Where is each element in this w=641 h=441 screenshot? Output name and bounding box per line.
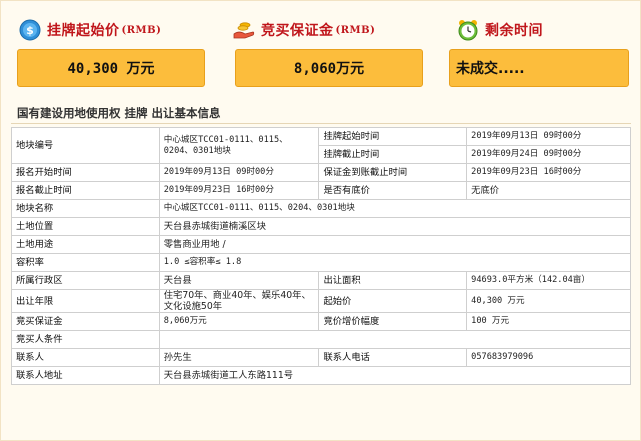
reserve-price-key: 是否有底价 [318, 181, 468, 200]
district-key: 所属行政区 [11, 271, 160, 290]
plot-ratio-value: 1.0 ≤容积率≤ 1.8 [158, 253, 632, 272]
info-table: 地块编号 中心城区TCC01-0111、0115、0204、0301地块 挂牌起… [11, 127, 632, 385]
bid-increment-value: 100 万元 [466, 312, 631, 331]
contact-value: 孙先生 [158, 348, 320, 367]
listing-start-value: 2019年09月13日 09时00分 [466, 127, 631, 146]
listing-start-key: 挂牌起始时间 [318, 127, 468, 146]
remaining-label: 剩余时间 [485, 23, 543, 39]
registration-end-value: 2019年09月23日 16时00分 [158, 181, 320, 200]
land-location-key: 土地位置 [11, 217, 160, 236]
dollar-coin-icon: $ [19, 19, 41, 41]
deposit-header: 竞买保证金 (RMB) [233, 19, 375, 41]
lease-term-key: 出让年限 [11, 289, 160, 313]
parcel-name-key: 地块名称 [11, 199, 160, 218]
contact-phone-value: 057683979096 [466, 348, 631, 367]
bid-deposit-value: 8,060万元 [158, 312, 320, 331]
parcel-id-value: 中心城区TCC01-0111、0115、0204、0301地块 [158, 127, 320, 164]
table-row: 地块名称 中心城区TCC01-0111、0115、0204、0301地块 [11, 199, 632, 218]
table-row: 联系人地址 天台县赤城街道工人东路111号 [11, 366, 632, 385]
table-row: 地块编号 中心城区TCC01-0111、0115、0204、0301地块 挂牌起… [11, 127, 631, 164]
listing-end-key: 挂牌截止时间 [318, 145, 468, 164]
table-row: 所属行政区 天台县 出让面积 94693.0平方米（142.04亩） [11, 271, 631, 290]
start-price-label: 挂牌起始价 [47, 23, 120, 39]
bid-deposit-key: 竞买保证金 [11, 312, 160, 331]
plot-ratio-key: 容积率 [11, 253, 160, 272]
table-row: 联系人 孙先生 联系人电话 057683979096 [11, 348, 631, 367]
registration-start-key: 报名开始时间 [11, 163, 160, 182]
start-price-unit: (RMB) [121, 24, 162, 36]
parcel-name-value: 中心城区TCC01-0111、0115、0204、0301地块 [158, 199, 632, 218]
hand-coins-icon [233, 22, 255, 39]
deposit-unit: (RMB) [335, 24, 376, 36]
land-location-value: 天台县赤城街道楠溪区块 [158, 217, 632, 236]
section-title: 国有建设用地使用权 挂牌 出让基本信息 [17, 106, 221, 120]
table-row: 报名开始时间 2019年09月13日 09时00分 保证金到账截止时间 2019… [11, 163, 631, 182]
starting-price-key: 起始价 [318, 289, 468, 313]
table-row: 出让年限 住宅70年、商业40年、娱乐40年、文化设施50年 起始价 40,30… [11, 289, 631, 313]
contact-address-value: 天台县赤城街道工人东路111号 [158, 366, 632, 385]
deposit-deadline-value: 2019年09月23日 16时00分 [466, 163, 631, 182]
table-row: 报名截止时间 2019年09月23日 16时00分 是否有底价 无底价 [11, 181, 631, 200]
table-row: 容积率 1.0 ≤容积率≤ 1.8 [11, 253, 632, 272]
table-row: 土地位置 天台县赤城街道楠溪区块 [11, 217, 632, 236]
section-divider [11, 123, 631, 124]
table-row: 竞买保证金 8,060万元 竞价增价幅度 100 万元 [11, 312, 631, 331]
land-use-value: 零售商业用地 / [158, 235, 632, 254]
registration-end-key: 报名截止时间 [11, 181, 160, 200]
remaining-header: 剩余时间 [457, 19, 543, 41]
start-price-header: $ 挂牌起始价 (RMB) [19, 19, 161, 41]
bid-increment-key: 竞价增价幅度 [318, 312, 468, 331]
deposit-deadline-key: 保证金到账截止时间 [318, 163, 468, 182]
district-value: 天台县 [158, 271, 320, 290]
area-key: 出让面积 [318, 271, 468, 290]
deposit-value: 8,060万元 [235, 49, 423, 87]
contact-key: 联系人 [11, 348, 160, 367]
bidder-conditions-key: 竞买人条件 [11, 330, 160, 349]
starting-price-value: 40,300 万元 [466, 289, 631, 313]
registration-start-value: 2019年09月13日 09时00分 [158, 163, 320, 182]
start-price-value: 40,300 万元 [17, 49, 205, 87]
contact-address-key: 联系人地址 [11, 366, 160, 385]
contact-phone-key: 联系人电话 [318, 348, 468, 367]
table-row: 竞买人条件 [11, 330, 632, 349]
listing-end-value: 2019年09月24日 09时00分 [466, 145, 631, 164]
table-row: 土地用途 零售商业用地 / [11, 235, 632, 254]
remaining-value: 未成交..... [449, 49, 629, 87]
land-use-key: 土地用途 [11, 235, 160, 254]
parcel-id-key: 地块编号 [11, 127, 160, 164]
area-value: 94693.0平方米（142.04亩） [466, 271, 631, 290]
auction-panel: $ 挂牌起始价 (RMB) 竞买保证金 (RMB) 剩余时间 40,300 万元… [0, 0, 641, 441]
deposit-label: 竞买保证金 [261, 23, 334, 39]
bidder-conditions-value [158, 330, 632, 349]
alarm-clock-icon [458, 20, 478, 41]
reserve-price-value: 无底价 [466, 181, 631, 200]
lease-term-value: 住宅70年、商业40年、娱乐40年、文化设施50年 [158, 289, 320, 313]
svg-text:$: $ [26, 24, 34, 37]
